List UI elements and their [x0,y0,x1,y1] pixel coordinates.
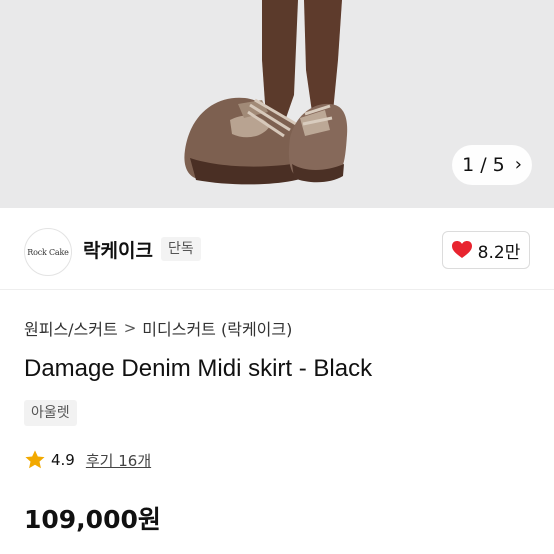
product-title: Damage Denim Midi skirt - Black [24,355,373,382]
image-counter[interactable]: 1 / 5 › [452,145,532,185]
seller-logo[interactable]: Rock Cake [24,228,72,276]
breadcrumb: 원피스/스커트 > 미디스커트 (락케이크) [24,316,292,340]
rating-row: 4.9 후기 16개 [24,449,151,471]
star-icon [25,450,45,469]
image-counter-text: 1 / 5 [462,154,505,176]
product-image[interactable]: 1 / 5 › [0,0,554,208]
product-price: 109,000원 [24,505,161,534]
seller-name[interactable]: 락케이크 [83,236,153,263]
breadcrumb-separator: > [123,319,137,337]
reviews-link[interactable]: 후기 16개 [86,450,151,471]
outlet-tag: 아울렛 [24,400,77,426]
like-button[interactable]: 8.2만 [442,231,530,269]
seller-row[interactable]: Rock Cake 락케이크 단독 8.2만 [0,208,554,290]
breadcrumb-item-category[interactable]: 원피스/스커트 [24,316,118,340]
exclusive-badge: 단독 [161,237,201,261]
seller-logo-text: Rock Cake [27,247,69,257]
rating-score: 4.9 [51,451,75,469]
breadcrumb-item-subcategory[interactable]: 미디스커트 (락케이크) [142,316,292,340]
heart-icon [451,241,472,258]
chevron-right-icon[interactable]: › [515,156,522,174]
like-count: 8.2만 [477,242,521,263]
